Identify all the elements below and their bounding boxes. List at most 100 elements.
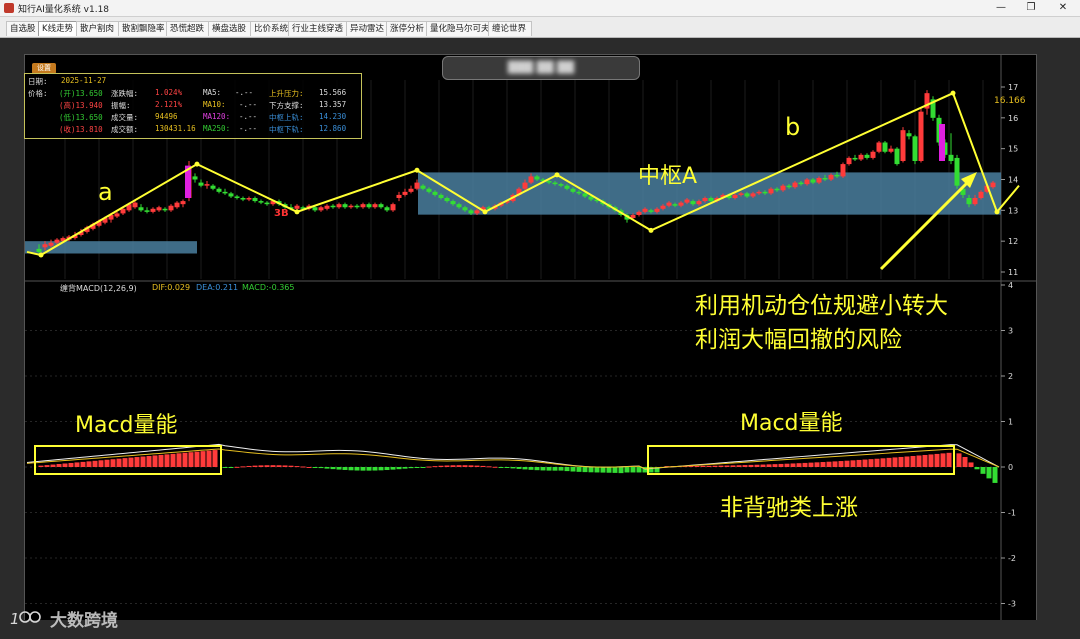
candle-body xyxy=(684,199,690,203)
macd-bar xyxy=(724,465,730,467)
amplitude-value: 2.121% xyxy=(155,100,183,109)
candle-body xyxy=(456,204,462,208)
annotation-macd-energy-2: Macd量能 xyxy=(740,411,843,436)
macd-bar xyxy=(146,455,152,467)
macd-bar xyxy=(122,458,128,467)
macd-bar xyxy=(582,467,588,473)
tab-6[interactable]: 比价系统 xyxy=(250,21,290,36)
tab-9[interactable]: 涨停分析 xyxy=(386,21,428,36)
tab-4[interactable]: 恐慌超跌 xyxy=(166,21,210,36)
macd-bar xyxy=(414,467,420,468)
candle-body xyxy=(852,157,858,160)
tab-8[interactable]: 异动雷达 xyxy=(346,21,388,36)
macd-bar xyxy=(844,460,850,467)
candle-body xyxy=(732,194,738,198)
amount-value: 130431.16 xyxy=(155,124,196,133)
macd-bar xyxy=(618,467,624,474)
tab-2[interactable]: 散户割肉 xyxy=(76,21,120,36)
candle-body xyxy=(168,205,174,211)
candle-body xyxy=(666,202,672,206)
macd-bar xyxy=(790,463,796,467)
macd-bar xyxy=(736,465,742,467)
candle-body xyxy=(384,207,390,211)
candle-body xyxy=(690,201,696,205)
price-tick-label: 15 xyxy=(1008,145,1018,154)
macd-bar xyxy=(366,467,372,471)
macd-bar xyxy=(492,466,498,468)
macd-bar xyxy=(348,467,354,471)
macd-bar xyxy=(974,467,980,470)
candle-body xyxy=(558,184,564,186)
macd-bar xyxy=(300,466,306,468)
maximize-button[interactable]: ❐ xyxy=(1016,0,1046,16)
watermark-logo-icon: 1 xyxy=(10,610,41,627)
candle-body xyxy=(546,181,552,183)
status-bar xyxy=(0,620,1080,639)
candle-body xyxy=(312,207,318,211)
macd-bar xyxy=(498,467,504,468)
macd-bar xyxy=(558,467,564,471)
candle-body xyxy=(396,194,402,198)
macd-bar xyxy=(850,460,856,467)
candle-body xyxy=(966,198,972,205)
annotation-note-1: 利用机动仓位规避小转大 xyxy=(695,293,948,319)
macd-bar xyxy=(360,467,366,471)
macd-bar xyxy=(784,463,790,467)
candle-body xyxy=(792,182,798,188)
macd-bar xyxy=(170,453,176,467)
macd-bar xyxy=(832,461,838,467)
candle-body xyxy=(246,198,252,200)
macd-tick-label: 0 xyxy=(1008,463,1013,472)
macd-bar xyxy=(228,467,234,468)
candle-body xyxy=(468,210,474,214)
candle-body xyxy=(426,188,432,192)
candle-body xyxy=(888,148,894,152)
macd-bar xyxy=(540,467,546,471)
close-button[interactable]: ✕ xyxy=(1048,0,1078,16)
tab-5[interactable]: 横盘选股 xyxy=(208,21,252,36)
macd-bar xyxy=(766,464,772,467)
macd-bar xyxy=(718,465,724,467)
macd-bar xyxy=(276,465,282,467)
stock-title-box[interactable]: ███ ██ ██ xyxy=(442,56,640,80)
candle-body xyxy=(804,179,810,185)
price-label: 价格: xyxy=(28,89,48,98)
macd-bar xyxy=(182,452,188,467)
candle-body xyxy=(834,174,840,177)
tab-7[interactable]: 行业主线穿透 xyxy=(288,21,348,36)
macd-bar xyxy=(240,466,246,468)
macd-bar xyxy=(588,467,594,473)
candle-body xyxy=(378,204,384,208)
candle-body xyxy=(210,185,216,189)
tab-3[interactable]: 散割飘隐率 xyxy=(118,21,168,36)
macd-bar xyxy=(116,458,122,467)
macd-bar xyxy=(336,467,342,470)
candle-body xyxy=(768,188,774,194)
macd-tick-label: 2 xyxy=(1008,372,1013,381)
candle-body xyxy=(138,207,144,211)
candle-body xyxy=(978,191,984,198)
candle-body xyxy=(918,111,924,161)
tab-10[interactable]: 量化隐马尔可夫 xyxy=(426,21,490,36)
macd-bar xyxy=(594,467,600,473)
macd-bar xyxy=(324,467,330,469)
macd-bar xyxy=(534,467,540,471)
macd-bar xyxy=(372,467,378,471)
macd-bar xyxy=(820,462,826,467)
macd-bar xyxy=(74,462,80,467)
macd-bar xyxy=(86,461,92,467)
minimize-button[interactable]: — xyxy=(986,0,1016,16)
macd-tick-label: 1 xyxy=(1008,418,1013,427)
macd-tick-label: 3 xyxy=(1008,327,1013,336)
tab-1[interactable]: K线走势 xyxy=(38,21,78,36)
candle-body xyxy=(810,179,816,183)
macd-bar xyxy=(636,467,642,473)
candle-body xyxy=(204,184,210,186)
macd-bar xyxy=(880,458,886,467)
macd-bar xyxy=(152,455,158,467)
candle-body xyxy=(450,201,456,205)
candle-body xyxy=(342,204,348,208)
tab-11[interactable]: 缠论世界 xyxy=(488,21,532,36)
candle-body xyxy=(360,204,366,208)
tab-0[interactable]: 自选股 xyxy=(6,21,40,36)
